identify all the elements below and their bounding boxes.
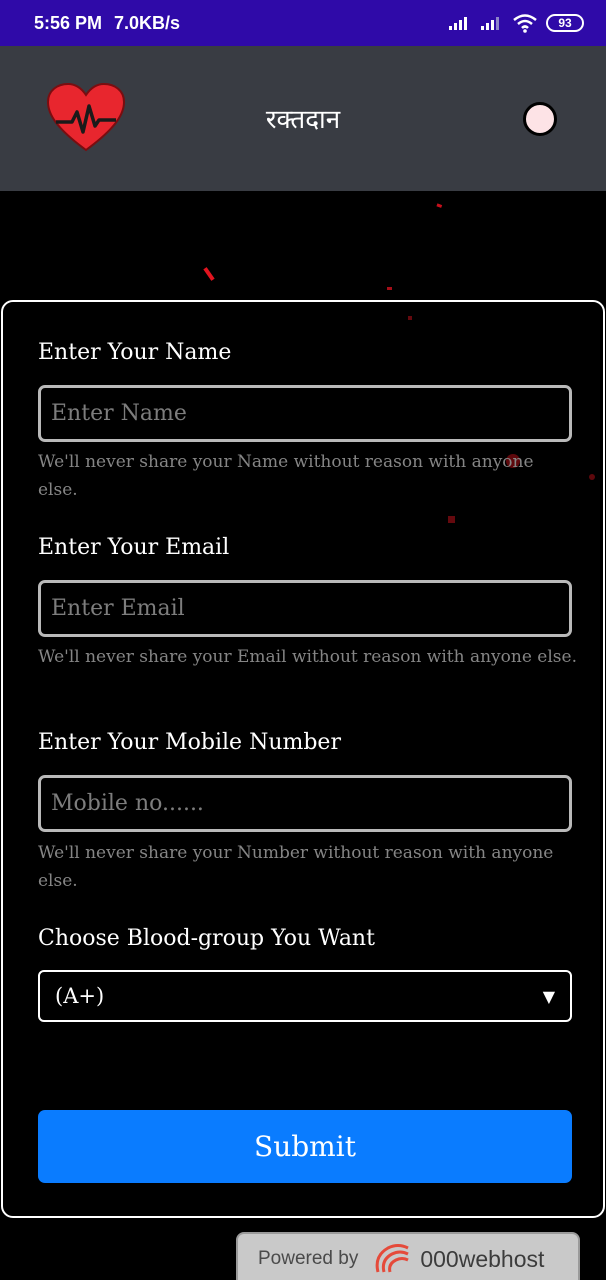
mobile-help-text: We'll never share your Number without re… xyxy=(38,843,554,891)
email-input[interactable] xyxy=(38,580,572,637)
mobile-label: Enter Your Mobile Number xyxy=(38,730,341,755)
webhost-logo-icon xyxy=(375,1244,410,1273)
wifi-icon xyxy=(513,14,537,33)
name-input[interactable] xyxy=(38,385,572,442)
particle xyxy=(387,287,392,290)
email-help-text: We'll never share your Email without rea… xyxy=(38,647,577,667)
name-help-text: We'll never share your Name without reas… xyxy=(38,452,534,500)
brand-name: 000webhost xyxy=(420,1245,545,1272)
donation-form: Enter Your Name We'll never share your N… xyxy=(1,300,605,1218)
name-label: Enter Your Name xyxy=(38,340,232,365)
theme-toggle-button[interactable] xyxy=(523,102,557,136)
app-header: रक्तदान xyxy=(0,46,606,191)
signal-icon xyxy=(449,17,467,30)
network-speed: 7.0KB/s xyxy=(114,12,181,33)
email-label: Enter Your Email xyxy=(38,535,230,560)
blood-group-label: Choose Blood-group You Want xyxy=(38,926,375,951)
battery-icon: 93 xyxy=(546,14,584,32)
powered-by-badge[interactable]: Powered by 000webhost xyxy=(236,1232,580,1280)
caret-down-icon: ▼ xyxy=(542,986,555,1006)
app-title: रक्तदान xyxy=(265,105,341,135)
mobile-input[interactable] xyxy=(38,775,572,832)
particle xyxy=(436,203,443,208)
status-time: 5:56 PM xyxy=(34,12,103,33)
status-icons: 93 xyxy=(448,13,584,33)
blood-group-select[interactable]: (A+) ▼ xyxy=(38,970,572,1022)
submit-button[interactable]: Submit xyxy=(38,1110,572,1183)
particle xyxy=(203,267,215,281)
powered-by-label: Powered by xyxy=(258,1248,359,1269)
blood-group-value: (A+) xyxy=(55,984,105,1008)
status-bar: 5:56 PM 7.0KB/s 93 xyxy=(0,0,606,46)
battery-level: 93 xyxy=(558,16,572,30)
signal-icon xyxy=(481,17,499,30)
